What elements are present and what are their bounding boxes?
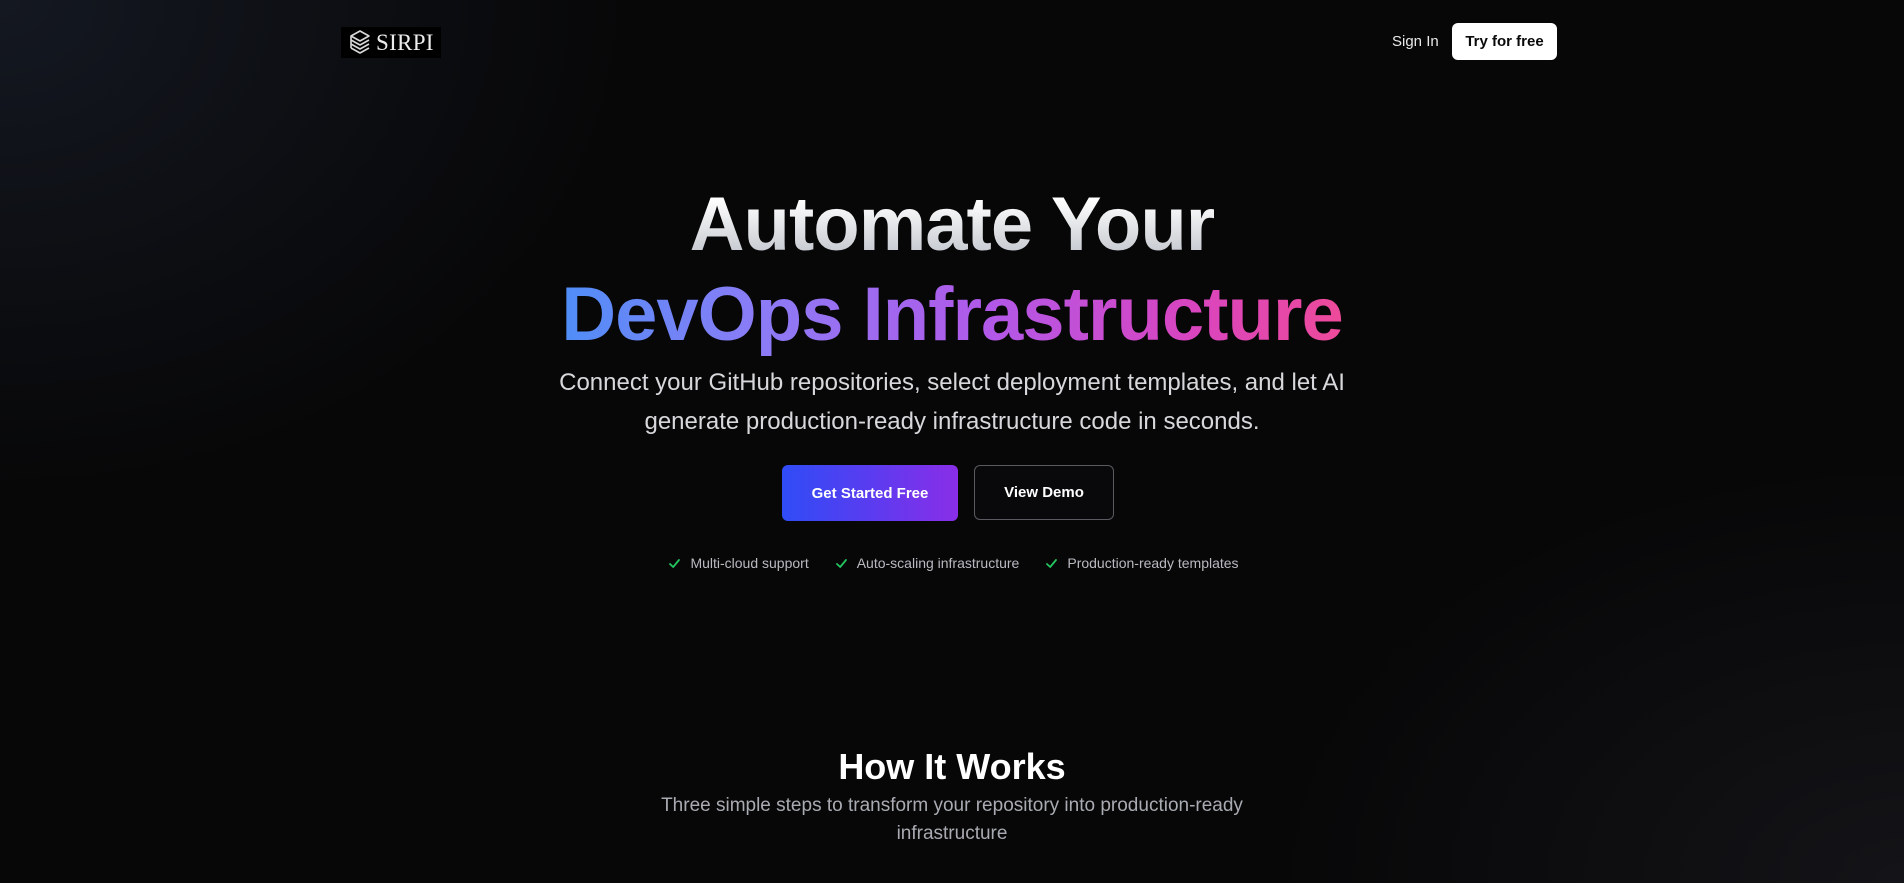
view-demo-button[interactable]: View Demo bbox=[974, 465, 1114, 520]
feature-item: Production-ready templates bbox=[1045, 553, 1239, 573]
hero-title-line-2-text: DevOps Infrastructure bbox=[561, 271, 1343, 357]
hero-title-line-1-text: Automate Your bbox=[689, 181, 1216, 267]
how-it-works-title: How It Works bbox=[838, 745, 1066, 787]
feature-item: Multi-cloud support bbox=[668, 553, 809, 573]
sirpi-logo[interactable]: SIRPI bbox=[341, 27, 441, 58]
try-for-free-button[interactable]: Try for free bbox=[1452, 23, 1557, 60]
check-icon bbox=[669, 558, 681, 568]
logo-text: SIRPI bbox=[376, 30, 434, 55]
sign-in-link[interactable]: Sign In bbox=[1392, 31, 1439, 53]
top-navigation: SIRPI Sign In Try for free bbox=[0, 0, 1904, 84]
how-it-works-subtitle: Three simple steps to transform your rep… bbox=[661, 795, 1243, 844]
feature-list: Multi-cloud support Auto-scaling infrast… bbox=[0, 553, 1904, 573]
logo-mark-icon bbox=[350, 29, 370, 54]
hero-title-line-2: DevOps Infrastructure bbox=[0, 276, 1904, 353]
feature-item: Auto-scaling infrastructure bbox=[835, 553, 1020, 573]
get-started-free-button[interactable]: Get Started Free bbox=[782, 465, 958, 521]
feature-label: Multi-cloud support bbox=[690, 555, 809, 571]
check-icon bbox=[835, 558, 847, 568]
feature-label: Auto-scaling infrastructure bbox=[856, 555, 1020, 571]
feature-label: Production-ready templates bbox=[1067, 555, 1239, 571]
hero-subtitle: Connect your GitHub repositories, select… bbox=[559, 369, 1345, 435]
check-icon bbox=[1046, 558, 1058, 568]
hero-title-line-1: Automate Your bbox=[0, 186, 1904, 263]
